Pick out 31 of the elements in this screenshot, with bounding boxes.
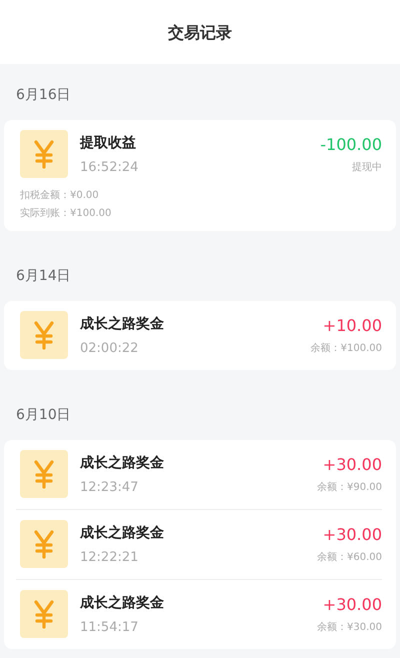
transaction-title: 成长之路奖金 <box>80 524 165 542</box>
transaction-amount: +30.00 <box>322 594 382 614</box>
transaction-status: 余额：¥60.00 <box>317 550 382 564</box>
transaction-status: 余额：¥100.00 <box>310 342 382 354</box>
yen-icon <box>20 311 68 359</box>
yen-icon <box>20 130 68 178</box>
transaction-status: 余额：¥30.00 <box>317 620 382 634</box>
transaction-title: 成长之路奖金 <box>80 314 165 332</box>
transaction-status: 余额：¥90.00 <box>317 480 382 494</box>
transaction-amount: +30.00 <box>322 454 382 474</box>
transaction-amount: +10.00 <box>322 316 382 334</box>
transaction-amount: +30.00 <box>322 524 382 544</box>
transaction-time: 11:54:17 <box>80 620 140 634</box>
transaction-title: 成长之路奖金 <box>80 454 165 472</box>
date-heading: 6月10日 <box>15 406 72 425</box>
transaction-status: 提现中 <box>352 160 382 174</box>
transaction-title: 提取收益 <box>80 134 137 152</box>
transaction-time: 16:52:24 <box>80 160 140 174</box>
date-heading: 6月14日 <box>15 267 72 286</box>
detail-text: 扣税金额：¥0.00 <box>20 188 100 202</box>
yen-icon <box>20 590 68 638</box>
page-title: 交易记录 <box>168 22 232 44</box>
transaction-time: 02:00:22 <box>80 340 140 356</box>
detail-text: 实际到账：¥100.00 <box>20 206 112 220</box>
date-heading: 6月16日 <box>15 86 72 105</box>
transaction-time: 12:22:21 <box>80 550 140 564</box>
transaction-title: 成长之路奖金 <box>80 594 165 612</box>
yen-icon <box>20 450 68 498</box>
transaction-amount: -100.00 <box>320 134 382 154</box>
transaction-time: 12:23:47 <box>80 480 140 494</box>
yen-icon <box>20 520 68 568</box>
